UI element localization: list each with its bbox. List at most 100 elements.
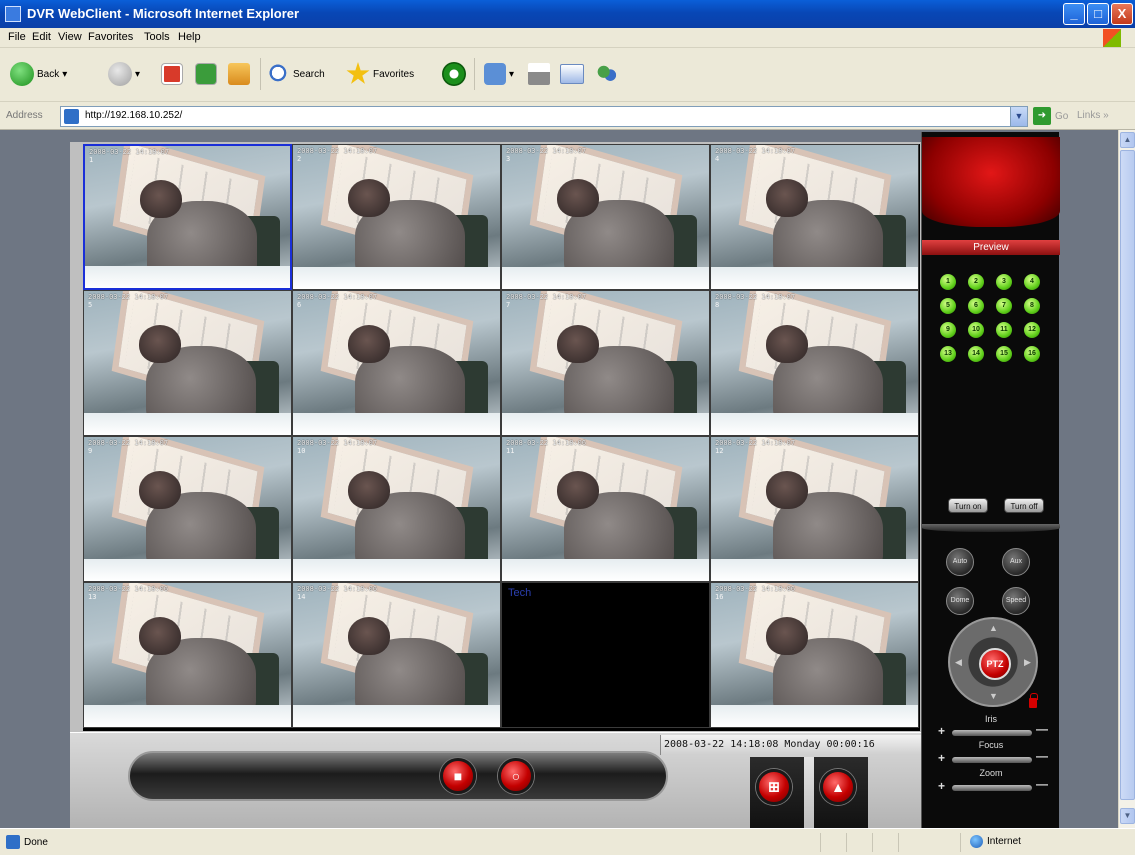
- camera-tile[interactable]: 2008-03-22 14:18:07 3: [501, 144, 710, 290]
- forward-button[interactable]: ▾: [108, 58, 140, 90]
- menu-view[interactable]: View: [58, 31, 82, 43]
- turn-on-button[interactable]: Turn on: [948, 498, 988, 513]
- camera-feed-image: [293, 145, 500, 289]
- iris-minus-button[interactable]: —: [1036, 722, 1048, 736]
- camera-tile[interactable]: 2008-03-22 14:18:07 5: [83, 290, 292, 436]
- channel-button[interactable]: 14: [968, 346, 984, 362]
- search-button[interactable]: Search: [268, 58, 325, 90]
- go-button[interactable]: ➜ Go: [1033, 107, 1068, 125]
- ptz-auto-button[interactable]: Auto: [946, 548, 974, 576]
- vertical-scrollbar[interactable]: ▲ ▼: [1118, 130, 1135, 828]
- ptz-speed-button[interactable]: Speed: [1002, 587, 1030, 615]
- pan-left-icon[interactable]: ◀: [955, 657, 962, 668]
- edit-button[interactable]: [560, 58, 584, 90]
- camera-tile[interactable]: 2008-03-22 14:18:06 16: [710, 582, 919, 728]
- focus-slider[interactable]: [952, 757, 1032, 763]
- home-button[interactable]: [228, 58, 250, 90]
- channel-button[interactable]: 7: [996, 298, 1012, 314]
- camera-tile[interactable]: 2008-03-22 14:18:07 10: [292, 436, 501, 582]
- zoom-slider[interactable]: [952, 785, 1032, 791]
- channel-button[interactable]: 11: [996, 322, 1012, 338]
- menu-edit[interactable]: Edit: [32, 31, 51, 43]
- camera-tile[interactable]: 2008-03-22 14:18:07 12: [710, 436, 919, 582]
- ptz-aux-button[interactable]: Aux: [1002, 548, 1030, 576]
- multi-view-button[interactable]: ⊞: [756, 769, 792, 805]
- zoom-plus-button[interactable]: +: [938, 779, 945, 793]
- camera-feed-image: [293, 291, 500, 435]
- camera-feed-image: [502, 437, 709, 581]
- menu-favorites[interactable]: Favorites: [88, 31, 133, 43]
- camera-tile[interactable]: 2008-03-22 14:18:07 2: [292, 144, 501, 290]
- links-button[interactable]: Links »: [1077, 110, 1109, 121]
- stop-button[interactable]: [162, 58, 182, 90]
- dropdown-arrow-icon[interactable]: ▾: [135, 69, 140, 80]
- channel-button[interactable]: 2: [968, 274, 984, 290]
- ptz-direction-ring[interactable]: ▲ ▼ ◀ ▶ PTZ: [948, 617, 1038, 707]
- address-url[interactable]: http://192.168.10.252/: [85, 110, 182, 121]
- padlock-icon[interactable]: [1029, 693, 1038, 708]
- channel-button[interactable]: 6: [968, 298, 984, 314]
- channel-button[interactable]: 12: [1024, 322, 1040, 338]
- camera-tile[interactable]: 2008-03-22 14:18:07 1: [83, 144, 292, 290]
- turn-off-button[interactable]: Turn off: [1004, 498, 1044, 513]
- security-zone: Internet: [970, 835, 1021, 848]
- focus-plus-button[interactable]: +: [938, 751, 945, 765]
- snapshot-button[interactable]: ■: [440, 758, 476, 794]
- address-dropdown-icon[interactable]: ▼: [1010, 107, 1027, 126]
- camera-grid: 2008-03-22 14:18:07 1 2008-03-22 14:18:07 2…: [83, 144, 920, 731]
- focus-minus-button[interactable]: —: [1036, 749, 1048, 763]
- menu-tools[interactable]: Tools: [144, 31, 170, 43]
- channel-button[interactable]: 10: [968, 322, 984, 338]
- channel-button[interactable]: 1: [940, 274, 956, 290]
- channel-button[interactable]: 9: [940, 322, 956, 338]
- camera-tile[interactable]: 2008-03-22 14:18:07 9: [83, 436, 292, 582]
- media-button[interactable]: [442, 58, 466, 90]
- pan-up-icon[interactable]: ▲: [989, 623, 998, 633]
- camera-tile[interactable]: 2008-03-22 14:18:06 11: [501, 436, 710, 582]
- lock-button[interactable]: ▲: [820, 769, 856, 805]
- menu-file[interactable]: File: [8, 31, 26, 43]
- record-button[interactable]: ○: [498, 758, 534, 794]
- minimize-button[interactable]: _: [1063, 3, 1085, 25]
- print-button[interactable]: [528, 58, 550, 90]
- camera-feed-image: [84, 583, 291, 727]
- scroll-up-button[interactable]: ▲: [1120, 132, 1135, 148]
- zoom-minus-button[interactable]: —: [1036, 777, 1048, 791]
- preview-tab[interactable]: Preview: [922, 240, 1060, 255]
- camera-tile[interactable]: 2008-03-22 14:18:07 6: [292, 290, 501, 436]
- camera-tile[interactable]: 2008-03-22 14:18:06 14: [292, 582, 501, 728]
- scroll-thumb[interactable]: [1120, 150, 1135, 800]
- ptz-dome-button[interactable]: Dome: [946, 587, 974, 615]
- close-button[interactable]: X: [1111, 3, 1133, 25]
- iris-slider[interactable]: [952, 730, 1032, 736]
- camera-tile[interactable]: 2008-03-22 14:18:07 4: [710, 144, 919, 290]
- channel-button[interactable]: 16: [1024, 346, 1040, 362]
- camera-number: 14: [297, 593, 306, 601]
- favorites-button[interactable]: Favorites: [346, 58, 414, 90]
- back-button[interactable]: Back ▾: [10, 58, 67, 90]
- camera-tile[interactable]: 2008-03-22 14:18:06 13: [83, 582, 292, 728]
- channel-button[interactable]: 8: [1024, 298, 1040, 314]
- channel-button[interactable]: 5: [940, 298, 956, 314]
- menu-help[interactable]: Help: [178, 31, 201, 43]
- pan-down-icon[interactable]: ▼: [989, 691, 998, 701]
- refresh-button[interactable]: [196, 58, 216, 90]
- maximize-button[interactable]: □: [1087, 3, 1109, 25]
- ptz-center-button[interactable]: PTZ: [979, 648, 1011, 680]
- camera-feed-image: [502, 145, 709, 289]
- address-input[interactable]: http://192.168.10.252/ ▼: [60, 106, 1028, 127]
- messenger-button[interactable]: [596, 58, 618, 90]
- channel-button[interactable]: 3: [996, 274, 1012, 290]
- dropdown-arrow-icon[interactable]: ▾: [62, 69, 67, 80]
- scroll-down-button[interactable]: ▼: [1120, 808, 1135, 824]
- dropdown-arrow-icon[interactable]: ▾: [509, 69, 514, 80]
- channel-button[interactable]: 15: [996, 346, 1012, 362]
- channel-button[interactable]: 4: [1024, 274, 1040, 290]
- mail-button[interactable]: ▾: [484, 58, 514, 90]
- pan-right-icon[interactable]: ▶: [1024, 657, 1031, 668]
- camera-tile[interactable]: 2008-03-22 14:18:07 8: [710, 290, 919, 436]
- camera-tile[interactable]: Tech: [501, 582, 710, 728]
- camera-tile[interactable]: 2008-03-22 14:18:07 7: [501, 290, 710, 436]
- channel-button[interactable]: 13: [940, 346, 956, 362]
- iris-plus-button[interactable]: +: [938, 724, 945, 738]
